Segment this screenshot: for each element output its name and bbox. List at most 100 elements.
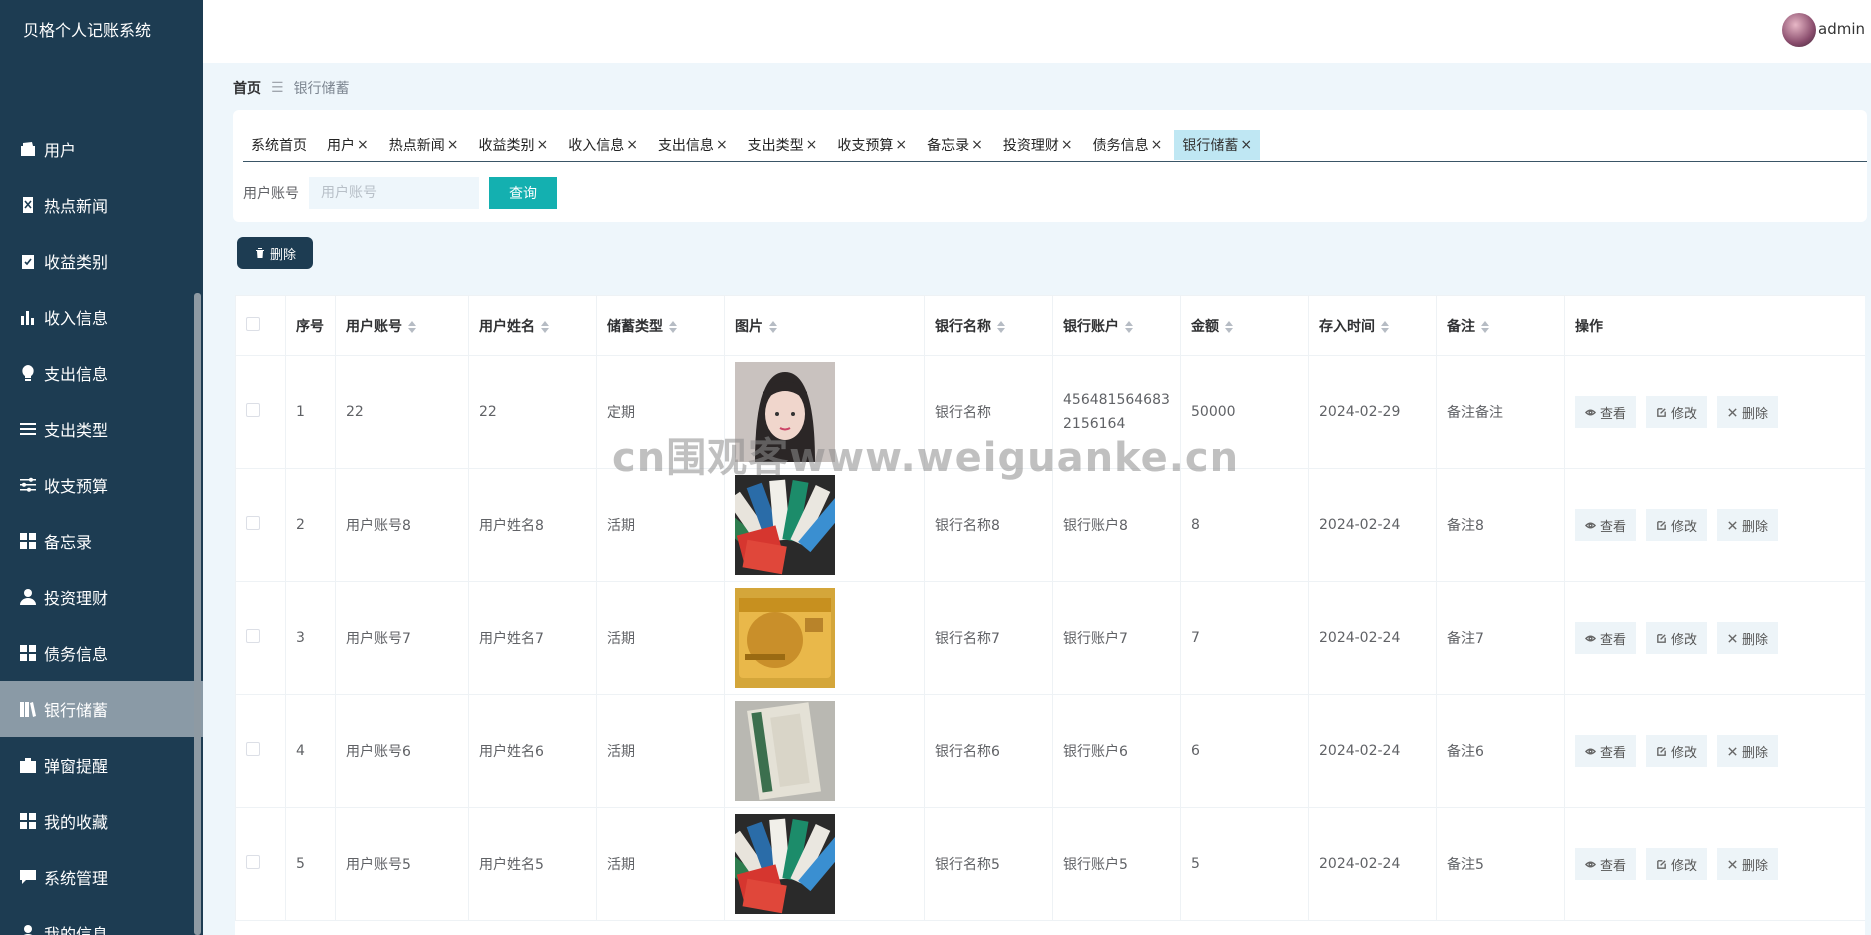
view-button[interactable]: 查看 [1575,848,1637,880]
row-select-cell[interactable] [235,468,286,582]
search-input[interactable] [309,177,479,209]
row-checkbox[interactable] [246,742,260,756]
row-checkbox[interactable] [246,516,260,530]
sidebar-item-14[interactable]: 我的信息 [0,905,203,935]
close-icon[interactable]: × [806,137,818,153]
column-header-8[interactable]: 存入时间 [1308,295,1437,356]
row-checkbox[interactable] [246,403,260,417]
row-select-cell[interactable] [235,694,286,808]
column-header-5[interactable]: 银行名称 [924,295,1053,356]
sidebar-item-6[interactable]: 收支预算 [0,457,203,513]
delete-button[interactable]: 删除 [1717,735,1779,767]
sidebar-item-13[interactable]: 系统管理 [0,849,203,905]
query-button[interactable]: 查询 [489,177,557,209]
tab-0[interactable]: 系统首页 [243,130,315,160]
table-row[interactable]: 1 22 22 定期 银行名称 4564815646832156164 50000 2024-… [235,355,1865,469]
tab-11[interactable]: 银行储蓄 × [1174,130,1261,160]
sort-icon[interactable] [1481,320,1489,333]
tab-6[interactable]: 支出类型 × [739,130,826,160]
close-icon[interactable]: × [626,137,638,153]
sidebar-item-2[interactable]: 收益类别 [0,233,203,289]
close-icon[interactable]: × [1240,137,1252,153]
gold-card-photo[interactable] [735,588,924,688]
close-icon[interactable]: × [447,137,459,153]
column-header-2[interactable]: 用户姓名 [468,295,597,356]
delete-button[interactable]: 删除 [1717,622,1779,654]
edit-button[interactable]: 修改 [1646,735,1708,767]
sidebar-item-0[interactable]: 用户 [0,121,203,177]
tab-1[interactable]: 用户 × [319,130,377,160]
view-button[interactable]: 查看 [1575,735,1637,767]
sidebar-item-8[interactable]: 投资理财 [0,569,203,625]
edit-button[interactable]: 修改 [1646,509,1708,541]
table-row[interactable]: 2 用户账号8 用户姓名8 活期 银行名称8 银行账户8 8 2024-02-24 备注8 查看 修… [235,468,1865,582]
sort-icon[interactable] [997,320,1005,333]
column-header-1[interactable]: 用户账号 [335,295,469,356]
row-select-cell[interactable] [235,581,286,695]
close-icon[interactable]: × [357,137,369,153]
row-checkbox[interactable] [246,629,260,643]
breadcrumb-home[interactable]: 首页 [233,78,261,98]
close-icon[interactable]: × [1061,137,1073,153]
table-row[interactable]: 4 用户账号6 用户姓名6 活期 银行名称6 银行账户6 6 2024-02-24 备注6 查看 修… [235,694,1865,808]
view-button[interactable]: 查看 [1575,622,1637,654]
sidebar-item-10[interactable]: 银行储蓄 [0,681,203,737]
portrait-photo[interactable] [735,362,924,462]
tab-4[interactable]: 收入信息 × [560,130,646,160]
sort-icon[interactable] [1381,320,1389,333]
tab-2[interactable]: 热点新闻 × [380,130,467,160]
sidebar-item-7[interactable]: 备忘录 [0,513,203,569]
sort-icon[interactable] [408,320,416,333]
table-row[interactable]: 5 用户账号5 用户姓名5 活期 银行名称5 银行账户5 5 2024-02-24 备注5 查看修… [235,807,1865,921]
row-select-cell[interactable] [235,355,286,469]
sidebar-item-1[interactable]: 热点新闻 [0,177,203,233]
card-edge-photo[interactable] [735,701,924,801]
table-row[interactable]: 3 用户账号7 用户姓名7 活期 银行名称7 银行账户7 7 2024-02-24 备注7 查看 修… [235,581,1865,695]
username[interactable]: admin [1818,20,1865,38]
edit-button[interactable]: 修改 [1646,396,1708,428]
select-all-checkbox[interactable] [246,316,260,331]
sort-icon[interactable] [1125,320,1133,333]
sidebar-scrollbar[interactable] [194,293,201,935]
delete-button[interactable]: 删除 [1717,848,1779,880]
sidebar-item-5[interactable]: 支出类型 [0,401,203,457]
close-icon[interactable]: × [895,137,907,153]
close-icon[interactable]: × [971,137,983,153]
edit-button[interactable]: 修改 [1646,848,1708,880]
tab-9[interactable]: 投资理财 × [994,130,1081,160]
tab-5[interactable]: 支出信息 × [649,130,736,160]
close-icon[interactable]: × [716,137,728,153]
sort-icon[interactable] [1225,320,1233,333]
view-button[interactable]: 查看 [1575,396,1637,428]
tab-10[interactable]: 债务信息 × [1084,130,1171,160]
column-header-7[interactable]: 金额 [1180,295,1309,356]
view-button[interactable]: 查看 [1575,509,1637,541]
sidebar-item-3[interactable]: 收入信息 [0,289,203,345]
tab-8[interactable]: 备忘录 × [919,130,991,160]
delete-button[interactable]: 删除 [1717,396,1779,428]
row-select-cell[interactable] [235,807,286,921]
column-header-3[interactable]: 储蓄类型 [596,295,725,356]
tab-7[interactable]: 收支预算 × [829,130,916,160]
column-header-6[interactable]: 银行账户 [1052,295,1181,356]
close-icon[interactable]: × [1151,137,1163,153]
row-checkbox[interactable] [246,855,260,869]
close-icon[interactable]: × [536,137,548,153]
delete-button[interactable]: 删除 [1717,509,1779,541]
cards-fan-photo[interactable] [735,814,924,914]
sort-icon[interactable] [769,320,777,333]
tab-3[interactable]: 收益类别 × [470,130,557,160]
edit-button[interactable]: 修改 [1646,622,1708,654]
sidebar-item-9[interactable]: 债务信息 [0,625,203,681]
select-all-header[interactable] [235,295,286,356]
cards-fan-photo[interactable] [735,475,924,575]
sidebar-item-11[interactable]: 弹窗提醒 [0,737,203,793]
column-header-4[interactable]: 图片 [724,295,925,356]
sidebar-item-4[interactable]: 支出信息 [0,345,203,401]
column-header-9[interactable]: 备注 [1436,295,1565,356]
sort-icon[interactable] [669,320,677,333]
avatar[interactable] [1782,13,1816,47]
sort-icon[interactable] [541,320,549,333]
sidebar-item-12[interactable]: 我的收藏 [0,793,203,849]
batch-delete-button[interactable]: 删除 [237,237,313,269]
